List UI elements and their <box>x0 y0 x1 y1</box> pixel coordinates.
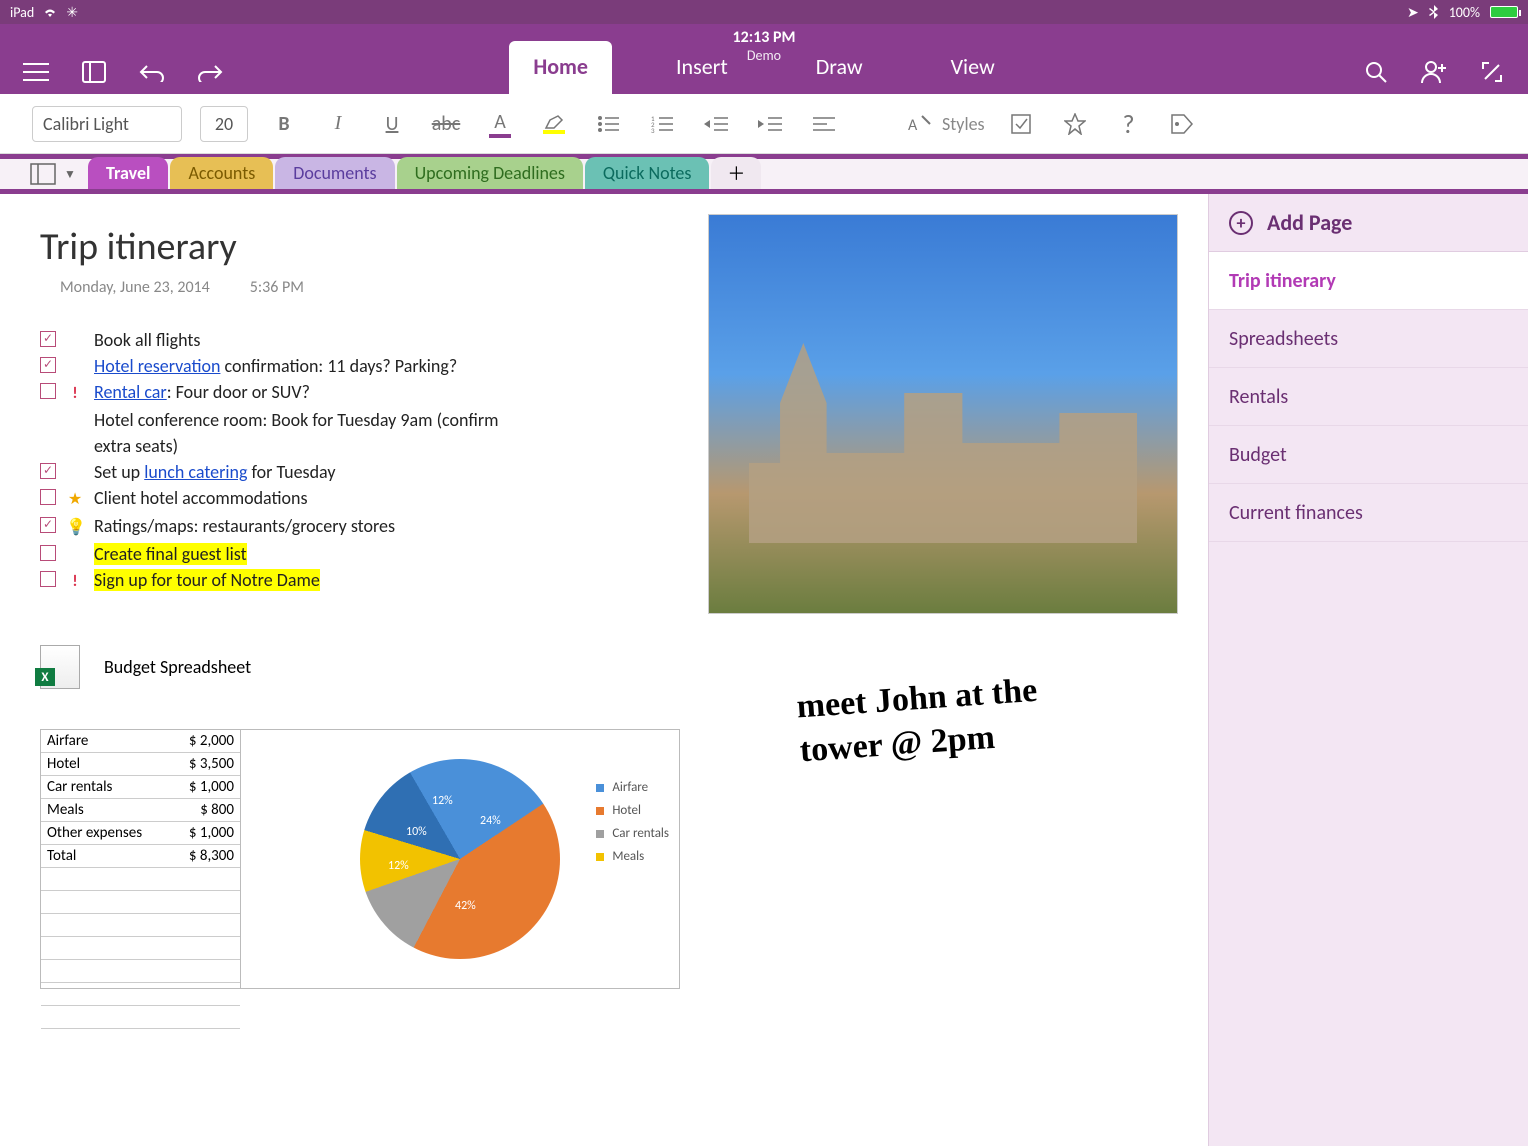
todo-checkbox[interactable]: ✓ <box>40 463 56 479</box>
todo-text[interactable]: Ratings/maps: restaurants/grocery stores <box>94 513 395 539</box>
italic-button[interactable]: I <box>320 106 356 142</box>
inline-link[interactable]: Rental car <box>94 381 167 403</box>
todo-text[interactable]: Book all flights <box>94 327 200 353</box>
attachment-label: Budget Spreadsheet <box>104 656 251 678</box>
pages-pane: + Add Page Trip itinerarySpreadsheetsRen… <box>1208 194 1528 1146</box>
spreadsheet-embed[interactable]: Airfare$ 2,000Hotel$ 3,500Car rentals$ 1… <box>40 729 680 989</box>
page-item-trip-itinerary[interactable]: Trip itinerary <box>1209 252 1528 310</box>
todo-text[interactable]: Hotel reservation confirmation: 11 days?… <box>94 353 457 379</box>
device-label: iPad <box>10 4 34 21</box>
inline-link[interactable]: Hotel reservation <box>94 355 220 377</box>
font-color-button[interactable]: A <box>482 106 518 142</box>
ribbon-tab-draw[interactable]: Draw <box>792 41 887 94</box>
styles-button[interactable]: AStyles <box>908 106 985 142</box>
section-tab-travel[interactable]: Travel <box>88 157 168 189</box>
excel-icon <box>40 645 80 689</box>
battery-percent: 100% <box>1449 4 1480 21</box>
tag-icon: ! <box>66 569 84 595</box>
underline-button[interactable]: U <box>374 106 410 142</box>
section-tabs-row: ▼ TravelAccountsDocumentsUpcoming Deadli… <box>0 154 1528 194</box>
ribbon-tabs: Home Insert Draw View <box>509 24 1018 94</box>
todo-checkbox[interactable] <box>40 489 56 505</box>
todo-checkbox[interactable]: ✓ <box>40 517 56 533</box>
section-tab-upcoming-deadlines[interactable]: Upcoming Deadlines <box>397 157 583 189</box>
bluetooth-icon <box>1429 5 1439 19</box>
fullscreen-icon[interactable] <box>1478 58 1506 86</box>
tags-button[interactable] <box>1165 106 1201 142</box>
section-tab-quick-notes[interactable]: Quick Notes <box>585 157 710 189</box>
section-tab-accounts[interactable]: Accounts <box>170 157 273 189</box>
todo-text[interactable]: Hotel conference room: Book for Tuesday … <box>94 407 514 459</box>
align-button[interactable] <box>806 106 842 142</box>
todo-checkbox[interactable] <box>40 571 56 587</box>
todo-text[interactable]: Client hotel accommodations <box>94 485 308 511</box>
cathedral-silhouette <box>749 343 1137 543</box>
todo-checkbox[interactable] <box>40 383 56 399</box>
bold-button[interactable]: B <box>266 106 302 142</box>
tag-icon: ! <box>66 381 84 407</box>
tag-icon: ★ <box>66 487 84 513</box>
numbering-button[interactable]: 123 <box>644 106 680 142</box>
add-page-button[interactable]: + Add Page <box>1209 194 1528 252</box>
page-time: 5:36 PM <box>250 278 304 297</box>
search-icon[interactable] <box>1362 58 1390 86</box>
todo-text[interactable]: Rental car: Four door or SUV? <box>94 379 310 405</box>
home-ribbon: Calibri Light 20 B I U abc A 123 AStyles… <box>0 94 1528 154</box>
page-date: Monday, June 23, 2014 <box>60 278 210 297</box>
budget-table: Airfare$ 2,000Hotel$ 3,500Car rentals$ 1… <box>41 730 241 988</box>
todo-text[interactable]: Create final guest list <box>94 541 247 567</box>
star-tag-button[interactable] <box>1057 106 1093 142</box>
strikethrough-button[interactable]: abc <box>428 106 464 142</box>
page-item-budget[interactable]: Budget <box>1209 426 1528 484</box>
activity-icon: ✳ <box>66 4 78 21</box>
question-tag-button[interactable]: ? <box>1111 106 1147 142</box>
undo-icon[interactable] <box>138 58 166 86</box>
page-item-current-finances[interactable]: Current finances <box>1209 484 1528 542</box>
font-name-select[interactable]: Calibri Light <box>32 106 182 142</box>
add-page-label: Add Page <box>1267 209 1352 236</box>
todo-text[interactable]: Set up lunch catering for Tuesday <box>94 459 335 485</box>
share-person-icon[interactable] <box>1420 58 1448 86</box>
ribbon-tab-view[interactable]: View <box>927 41 1019 94</box>
pie-chart: 24% 42% 12% 10% 12% AirfareHotelCar rent… <box>241 730 679 988</box>
panel-icon[interactable] <box>80 58 108 86</box>
section-tab-documents[interactable]: Documents <box>275 157 394 189</box>
page-item-rentals[interactable]: Rentals <box>1209 368 1528 426</box>
todo-checkbox[interactable] <box>40 545 56 561</box>
font-size-select[interactable]: 20 <box>200 106 248 142</box>
location-icon: ➤ <box>1407 4 1419 21</box>
highlight-button[interactable] <box>536 106 572 142</box>
inline-link[interactable]: lunch catering <box>144 461 247 483</box>
outdent-button[interactable] <box>698 106 734 142</box>
todo-tag-button[interactable] <box>1003 106 1039 142</box>
legend-item: Meals <box>596 849 669 864</box>
todo-checkbox[interactable]: ✓ <box>40 357 56 373</box>
plus-icon: + <box>1229 211 1253 235</box>
redo-icon[interactable] <box>196 58 224 86</box>
tag-icon: 💡 <box>66 515 84 541</box>
page-item-spreadsheets[interactable]: Spreadsheets <box>1209 310 1528 368</box>
bullets-button[interactable] <box>590 106 626 142</box>
hamburger-icon[interactable] <box>22 58 50 86</box>
todo-text[interactable]: Sign up for tour of Notre Dame <box>94 567 320 593</box>
wifi-icon <box>42 6 58 18</box>
add-section-button[interactable]: ＋ <box>711 157 761 189</box>
legend-item: Car rentals <box>596 826 669 841</box>
notebook-selector[interactable]: ▼ <box>18 159 88 189</box>
app-title-bar: 12:13 PM Demo HomeInsertDrawView <box>0 24 1528 94</box>
ribbon-tab-home[interactable]: Home <box>509 41 612 94</box>
battery-icon <box>1490 6 1518 18</box>
ribbon-tab-insert[interactable]: Insert <box>652 41 752 94</box>
todo-checkbox[interactable]: ✓ <box>40 331 56 347</box>
inserted-photo[interactable] <box>708 214 1178 614</box>
ios-status-bar: iPad ✳ ➤ 100% <box>0 0 1528 24</box>
indent-button[interactable] <box>752 106 788 142</box>
svg-text:A: A <box>908 116 918 134</box>
legend-item: Hotel <box>596 803 669 818</box>
svg-text:3: 3 <box>651 126 655 133</box>
legend-item: Airfare <box>596 780 669 795</box>
note-canvas[interactable]: Trip itinerary Monday, June 23, 2014 5:3… <box>0 194 1208 1146</box>
